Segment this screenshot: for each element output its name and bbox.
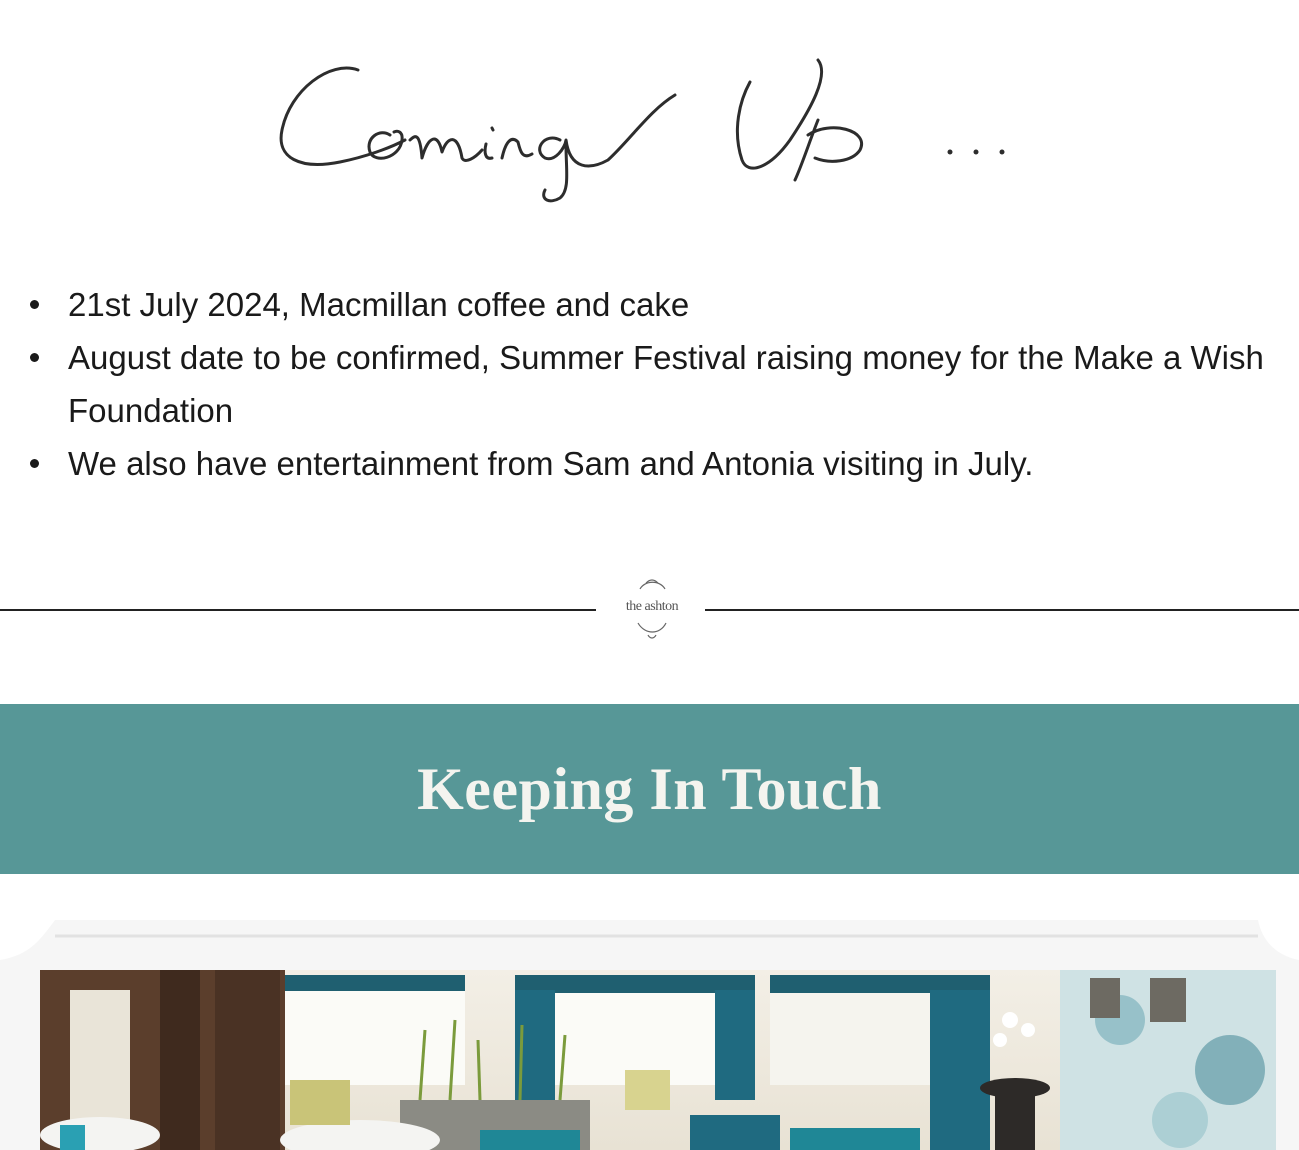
the-ashton-logo: the ashton xyxy=(610,575,694,645)
divider-line-left xyxy=(0,609,596,611)
list-item: We also have entertainment from Sam and … xyxy=(30,437,1299,490)
list-item: August date to be confirmed, Summer Fest… xyxy=(30,331,1299,437)
events-list: 21st July 2024, Macmillan coffee and cak… xyxy=(0,278,1299,490)
section-title: Keeping In Touch xyxy=(417,755,882,822)
keeping-in-touch-banner: Keeping In Touch xyxy=(0,704,1299,874)
coming-up-heading xyxy=(0,0,1299,230)
divider-line-right xyxy=(705,609,1299,611)
section-divider: the ashton xyxy=(0,575,1299,645)
logo-text: the ashton xyxy=(625,599,679,614)
coming-up-script xyxy=(279,58,1005,203)
lounge-photo xyxy=(0,900,1299,1150)
list-item: 21st July 2024, Macmillan coffee and cak… xyxy=(30,278,1299,331)
lounge-photo-image xyxy=(0,900,1299,1150)
